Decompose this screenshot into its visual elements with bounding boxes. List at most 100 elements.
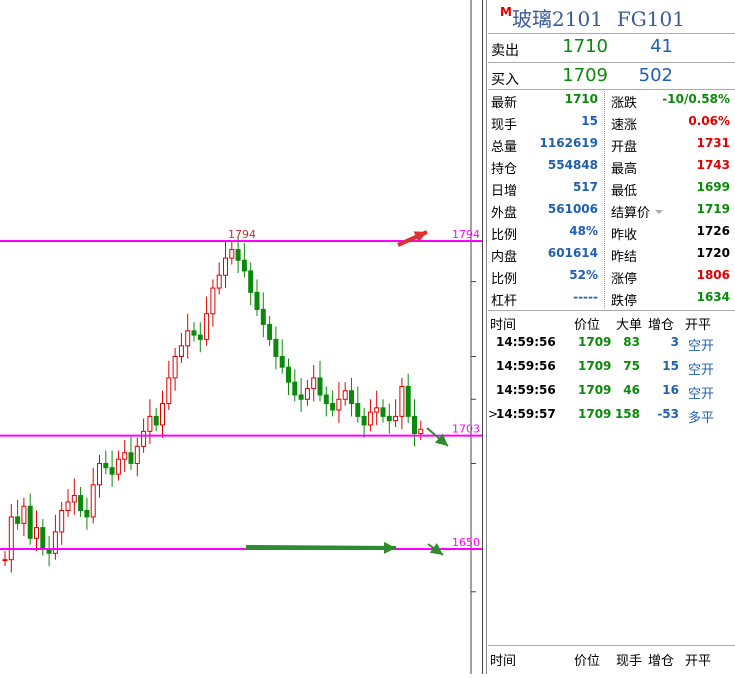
candle-body <box>267 323 273 340</box>
candle-body <box>122 452 128 460</box>
candle-body <box>367 411 373 426</box>
price-line-label: 1703 <box>452 423 480 436</box>
candle-body <box>166 377 172 405</box>
stat-left-key: 总量 <box>491 140 518 155</box>
stat-left-key: 持仓 <box>491 162 518 177</box>
trade-type: 空开 <box>688 339 715 354</box>
trade-time: 14:59:56 <box>496 359 556 373</box>
trade-oi-change: 16 <box>662 383 679 397</box>
candle-body <box>78 495 84 511</box>
trade-price: 1709 <box>578 407 612 421</box>
trade-type: 空开 <box>688 363 715 378</box>
candle-body <box>241 259 247 272</box>
candle-body <box>210 287 216 315</box>
candlestick-chart[interactable]: 1794 1703 1650 1794 <box>0 0 482 674</box>
stat-left-key: 最新 <box>491 96 518 111</box>
candle-body <box>374 407 380 413</box>
stat-left-value: 52% <box>569 268 598 282</box>
candle-body <box>128 452 134 464</box>
candle-body <box>197 334 203 340</box>
candle-body <box>405 385 411 417</box>
annotation-arrow-head <box>383 541 396 554</box>
stat-right-key: 涨停 <box>611 272 638 287</box>
candle-body <box>355 403 361 417</box>
candle-body <box>292 381 298 396</box>
main-contract-marker: M <box>500 5 512 19</box>
stat-left-value: 554848 <box>547 158 598 172</box>
candle-body <box>71 495 77 503</box>
stat-right-value: 1726 <box>696 224 730 238</box>
price-line-label: 1650 <box>452 536 480 549</box>
candles-group <box>2 236 424 573</box>
trade-row[interactable]: 14:59:56 1709 75 15 空开 <box>488 355 735 379</box>
candle-body <box>204 313 210 340</box>
tick-col-header: 时间 <box>490 654 517 669</box>
settlement-dropdown-icon[interactable] <box>654 208 664 216</box>
annotation-arrow-shaft <box>245 545 397 550</box>
quote-panel: M 玻璃2101 FG101 卖出 1710 41 买入 1709 502 最新 1… <box>482 0 735 674</box>
buy-label: 买入 <box>491 72 519 88</box>
stat-left-value: 48% <box>569 224 598 238</box>
stat-right-key: 结算价 <box>611 206 651 221</box>
trade-row[interactable]: 14:59:56 1709 46 16 空开 <box>488 379 735 403</box>
candle-body <box>361 415 367 426</box>
trade-time: 14:59:56 <box>496 335 556 349</box>
instrument-title: M 玻璃2101 FG101 <box>500 3 685 32</box>
trade-time: 14:59:56 <box>496 383 556 397</box>
candle-body <box>317 377 323 396</box>
panel-border <box>482 0 483 674</box>
candle-body <box>21 505 27 524</box>
divider <box>488 89 735 90</box>
candle-body <box>412 415 417 434</box>
stat-left-value: 1162619 <box>539 136 598 150</box>
price-axis <box>470 0 476 674</box>
sell-row[interactable]: 卖出 1710 41 <box>488 34 735 62</box>
candle-body <box>273 338 279 357</box>
instrument-code: FG101 <box>616 7 685 31</box>
candle-body <box>254 291 260 310</box>
panel-border-inner <box>486 0 487 674</box>
candle-body <box>323 394 329 405</box>
trade-size: 46 <box>623 383 640 397</box>
stat-left-value: ----- <box>573 290 598 304</box>
stat-left-value: 601614 <box>547 246 598 260</box>
trade-price: 1709 <box>578 335 612 349</box>
stat-left-key: 比例 <box>491 272 518 287</box>
stat-left-key: 内盘 <box>491 250 518 265</box>
stat-right-value: 1699 <box>696 180 730 194</box>
trade-row[interactable]: >14:59:57 1709 158 -53 多平 <box>488 403 735 427</box>
tick-col-header: 价位 <box>574 654 601 669</box>
trade-row[interactable]: 14:59:56 1709 83 3 空开 <box>488 331 735 355</box>
candle-body <box>153 415 159 426</box>
trade-size: 75 <box>623 359 640 373</box>
candle-body <box>27 505 33 539</box>
sell-volume: 41 <box>650 36 673 57</box>
candle-body <box>386 415 392 422</box>
candle-body <box>229 249 235 259</box>
candle-body <box>336 398 342 411</box>
stat-right-value: -10/0.58% <box>662 92 730 106</box>
candle-body <box>393 415 399 422</box>
stat-right-key: 速涨 <box>611 118 638 133</box>
candle-body <box>52 531 58 554</box>
buy-row[interactable]: 买入 1709 502 <box>488 63 735 91</box>
trade-size: 83 <box>623 335 640 349</box>
peak-label: 1794 <box>228 228 256 241</box>
stat-left-key: 杠杆 <box>491 294 518 309</box>
stats-divider <box>604 91 606 308</box>
instrument-name: 玻璃2101 <box>512 7 603 31</box>
candle-body <box>248 270 254 293</box>
stat-right-key: 跌停 <box>611 294 638 309</box>
trade-oi-change: -53 <box>657 407 679 421</box>
candle-body <box>330 403 336 411</box>
candle-body <box>141 430 147 447</box>
stat-left-key: 比例 <box>491 228 518 243</box>
stat-left-value: 15 <box>581 114 598 128</box>
candle-body <box>380 407 386 417</box>
price-line-label: 1794 <box>452 228 480 241</box>
stat-right-key: 开盘 <box>611 140 638 155</box>
candle-body <box>115 458 121 475</box>
candle-body <box>311 377 317 390</box>
candle-body <box>304 388 310 400</box>
candle-body <box>178 345 184 357</box>
